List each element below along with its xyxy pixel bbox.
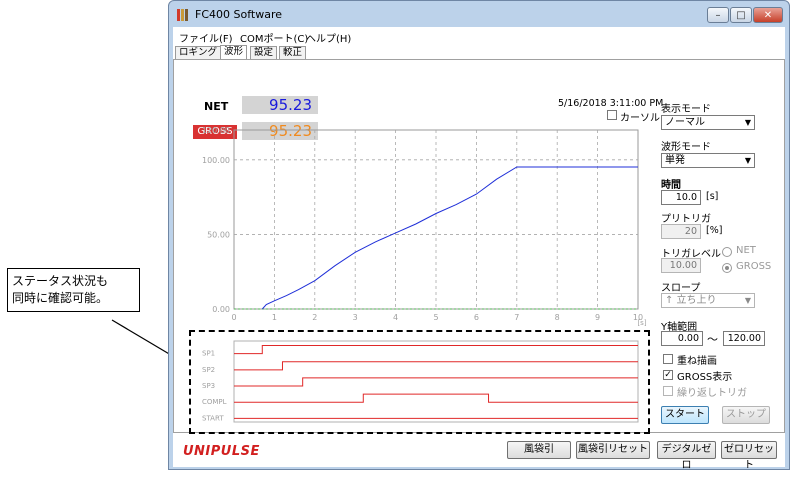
slope-label: スロープ	[661, 283, 701, 294]
pretrigger-unit: [%]	[706, 225, 723, 236]
repeat-trigger-checkbox[interactable]	[663, 386, 673, 396]
minimize-icon: –	[715, 9, 721, 21]
overlay-label: 重ね描画	[677, 356, 717, 367]
menu-help[interactable]: ヘルプ(H)	[306, 30, 351, 45]
tab-logging[interactable]: ロギング	[175, 46, 222, 60]
repeat-trigger-label: 繰り返しトリガ	[677, 388, 747, 399]
menu-bar: ファイル(F) COMポート(C) ヘルプ(H)	[173, 27, 785, 45]
close-icon: ✕	[763, 9, 773, 21]
y-tick-label: 120.00	[202, 126, 230, 135]
maximize-button[interactable]: □	[730, 7, 752, 23]
y-tick-label: 100.00	[202, 156, 230, 165]
radio-gross-label: GROSS	[736, 261, 772, 272]
overlay-checkbox[interactable]	[663, 354, 673, 364]
callout-line-2: 同時に確認可能。	[12, 291, 109, 305]
x-tick-label: 8	[555, 313, 560, 322]
unipulse-logo: UNIPULSE	[183, 444, 260, 459]
x-tick-label: 6	[474, 313, 479, 322]
y-min-input[interactable]: 0.00	[661, 331, 703, 346]
gross-show-checkbox[interactable]: ✓	[663, 370, 673, 380]
display-mode-label: 表示モード	[661, 104, 711, 115]
minimize-button[interactable]: –	[707, 7, 729, 23]
net-series-line	[261, 166, 638, 310]
x-tick-label: 1	[272, 313, 277, 322]
trigger-level-input[interactable]: 10.00	[661, 258, 701, 273]
pretrigger-input[interactable]: 20	[661, 224, 701, 239]
start-button[interactable]: スタート	[661, 406, 709, 424]
x-tick-label: 5	[433, 313, 438, 322]
tare-reset-button[interactable]: 風袋引リセット	[576, 441, 650, 459]
app-logo-icon	[177, 9, 188, 21]
zero-reset-button[interactable]: ゼロリセット	[721, 441, 777, 471]
x-tick-label: 9	[595, 313, 600, 322]
maximize-icon: □	[736, 9, 746, 21]
title-bar[interactable]: FC400 Software – □ ✕	[169, 1, 789, 27]
tare-button[interactable]: 風袋引	[507, 441, 571, 459]
digital-zero-button[interactable]: デジタルゼロ	[657, 441, 716, 471]
pretrigger-label: プリトリガ	[661, 214, 711, 225]
menu-com-port[interactable]: COMポート(C)	[240, 30, 308, 45]
chevron-down-icon: ▼	[744, 156, 751, 165]
tab-settings[interactable]: 設定	[250, 46, 278, 60]
x-tick-label: 4	[393, 313, 398, 322]
display-mode-value: ノーマル	[665, 117, 705, 128]
y-tick-label: 50.00	[207, 230, 230, 239]
stop-button[interactable]: ストップ	[722, 406, 770, 424]
check-icon: ✓	[664, 370, 672, 380]
callout-line-1: ステータス状況も	[12, 274, 109, 288]
wave-mode-label: 波形モード	[661, 142, 711, 153]
chevron-down-icon: ▼	[744, 118, 751, 127]
wave-mode-value: 単発	[665, 155, 685, 166]
radio-net-label: NET	[736, 245, 756, 256]
x-tick-label: 0	[231, 313, 236, 322]
x-unit-label: [s]	[637, 319, 646, 327]
time-unit: [s]	[706, 191, 719, 202]
tab-waveform[interactable]: 波形	[220, 45, 248, 60]
wave-mode-select[interactable]: 単発 ▼	[661, 153, 755, 168]
x-tick-label: 3	[353, 313, 358, 322]
x-tick-label: 7	[514, 313, 519, 322]
annotation-callout: ステータス状況も 同時に確認可能。	[7, 268, 140, 312]
y-max-input[interactable]: 120.00	[723, 331, 765, 346]
slope-select[interactable]: ↑ 立ち上り ▼	[661, 293, 755, 308]
radio-gross[interactable]	[722, 263, 732, 273]
close-button[interactable]: ✕	[753, 7, 783, 23]
y-tick-label: 0.00	[212, 305, 230, 314]
y-range-tilde: 〜	[707, 333, 718, 346]
window-title: FC400 Software	[195, 8, 282, 21]
slope-value: ↑ 立ち上り	[665, 295, 717, 306]
radio-net[interactable]	[722, 247, 732, 257]
time-label: 時間	[661, 180, 681, 191]
display-mode-select[interactable]: ノーマル ▼	[661, 115, 755, 130]
menu-file[interactable]: ファイル(F)	[179, 30, 233, 45]
gross-show-label: GROSS表示	[677, 372, 733, 383]
x-tick-label: 2	[312, 313, 317, 322]
time-input[interactable]: 10.0	[661, 190, 701, 205]
status-highlight-box	[189, 330, 650, 434]
tab-bar: ロギング 波形 設定 較正	[173, 45, 785, 60]
chevron-down-icon: ▼	[744, 296, 751, 305]
tab-calibration[interactable]: 較正	[279, 46, 307, 60]
